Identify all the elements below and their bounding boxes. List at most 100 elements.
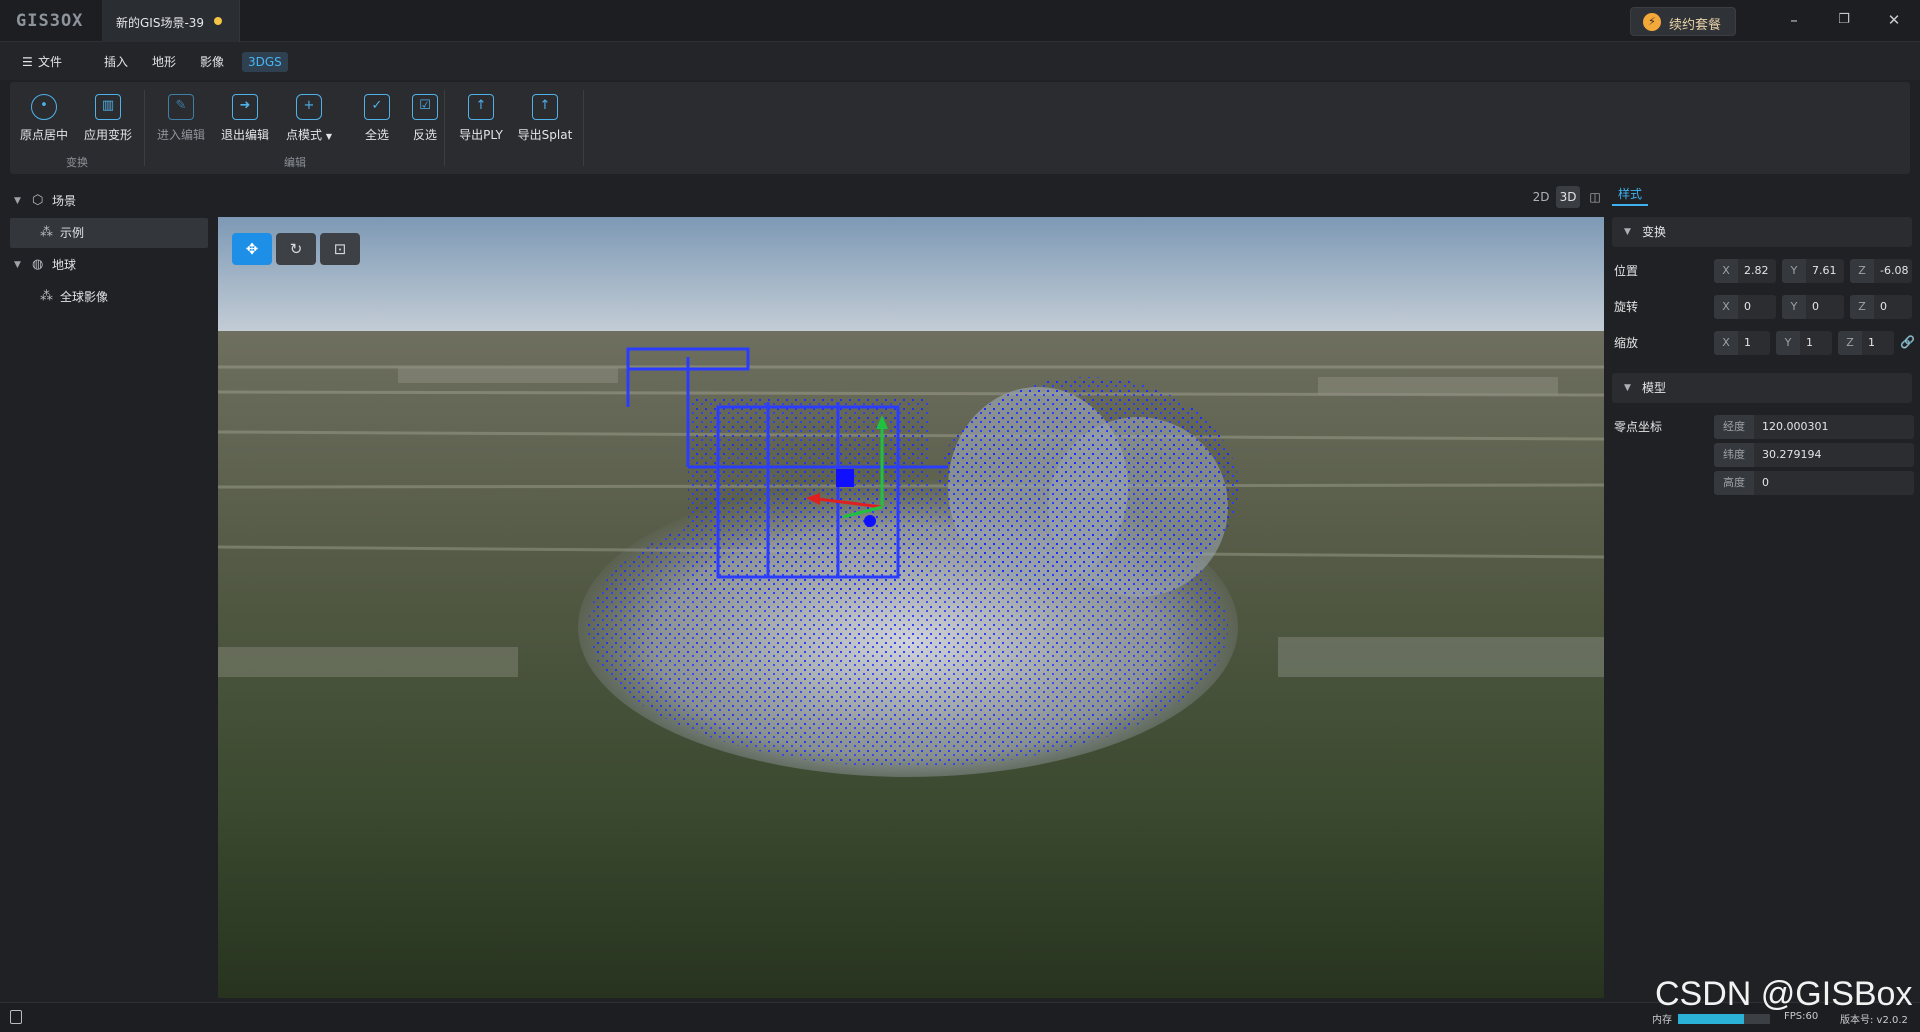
- menu-imagery[interactable]: 影像: [194, 52, 230, 72]
- scene-tree: ▼ ⬡ 场景 ⁂ 示例 ▼ ◍ 地球 ⁂ 全球影像: [0, 186, 212, 998]
- exit-edit-button[interactable]: ➜ 退出编辑: [215, 92, 275, 148]
- scale-y-input[interactable]: Y1: [1776, 331, 1832, 355]
- globe-icon: ◍: [32, 257, 44, 272]
- scale-z-input[interactable]: Z1: [1838, 331, 1894, 355]
- rotation-y-input[interactable]: Y0: [1782, 295, 1844, 319]
- properties-panel: ▼ 变换 位置 X 2.82 Y 7.61 Z -6.08 旋转 X0 Y0 Z0 缩…: [1610, 215, 1915, 1000]
- section-model-label: 模型: [1642, 381, 1667, 395]
- move-tool-icon[interactable]: ✥: [232, 233, 272, 265]
- tree-node-earth[interactable]: ▼ ◍ 地球: [10, 250, 208, 280]
- renew-plan-button[interactable]: ⚡ 续约套餐: [1630, 7, 1736, 36]
- view-3d-toggle[interactable]: 3D: [1556, 186, 1580, 208]
- section-model[interactable]: ▼ 模型: [1612, 373, 1912, 403]
- ribbon-separator: [144, 90, 145, 166]
- minimize-button[interactable]: –: [1776, 8, 1812, 32]
- latitude-input[interactable]: 纬度 30.279194: [1714, 443, 1914, 467]
- status-bar: 内存 FPS:60 版本号: v2.0.2: [0, 1002, 1920, 1032]
- rotation-label: 旋转: [1614, 300, 1639, 314]
- point-cloud-icon: ⁂: [40, 225, 53, 240]
- export-splat-label: 导出Splat: [517, 128, 573, 142]
- export-splat-button[interactable]: ↑ 导出Splat: [515, 92, 575, 148]
- point-mode-dropdown[interactable]: + 点模式 ▼: [279, 92, 339, 148]
- restore-button[interactable]: ❐: [1826, 8, 1862, 32]
- longitude-input[interactable]: 经度 120.000301: [1714, 415, 1914, 439]
- position-label: 位置: [1614, 264, 1639, 278]
- position-y-input[interactable]: Y 7.61: [1782, 259, 1844, 283]
- caret-down-icon: ▼: [14, 196, 21, 206]
- center-origin-button[interactable]: • 原点居中: [14, 92, 74, 148]
- close-button[interactable]: ✕: [1876, 8, 1912, 32]
- split-view-icon[interactable]: ◫: [1584, 186, 1606, 208]
- menu-insert[interactable]: 插入: [98, 52, 134, 72]
- ribbon-separator: [583, 90, 584, 166]
- hamburger-icon: ☰: [22, 55, 33, 69]
- unsaved-indicator: [214, 17, 222, 25]
- renew-plan-label: 续约套餐: [1669, 18, 1722, 33]
- export-icon: ↑: [468, 94, 494, 120]
- section-transform-label: 变换: [1642, 225, 1667, 239]
- rotation-z-input[interactable]: Z0: [1850, 295, 1912, 319]
- memory-usage-fill: [1678, 1014, 1745, 1024]
- scale-tool-icon[interactable]: ⊡: [320, 233, 360, 265]
- group-label-edit: 编辑: [284, 156, 306, 169]
- menu-bar: ☰ 文件 插入 地形 影像 3DGS: [0, 42, 1920, 80]
- cube-icon: ⬡: [32, 193, 44, 208]
- apply-transform-label: 应用变形: [83, 128, 132, 142]
- tab-style[interactable]: 样式: [1612, 184, 1649, 206]
- hex-plus-icon: +: [296, 94, 322, 120]
- link-icon[interactable]: 🔗: [1900, 335, 1915, 349]
- edit-icon: ✎: [168, 94, 194, 120]
- menu-3dgs[interactable]: 3DGS: [242, 52, 288, 72]
- point-mode-label: 点模式 ▼: [286, 128, 332, 142]
- exit-icon: ➜: [232, 94, 258, 120]
- scale-x-input[interactable]: X1: [1714, 331, 1770, 355]
- rotation-x-input[interactable]: X0: [1714, 295, 1776, 319]
- document-tab-label: 新的GIS场景-39: [116, 16, 205, 30]
- invert-select-icon: ☑: [412, 94, 438, 120]
- origin-coordinate-label: 零点坐标: [1614, 420, 1663, 434]
- menu-terrain[interactable]: 地形: [146, 52, 182, 72]
- tree-node-example-label: 示例: [60, 226, 85, 240]
- watermark-text: CSDN @GISBox: [1655, 975, 1913, 1013]
- title-bar: GIS3OX 新的GIS场景-39 ⚡ 续约套餐 – ❐ ✕: [0, 0, 1920, 42]
- chevron-down-icon: ▼: [325, 132, 332, 141]
- tree-node-example[interactable]: ⁂ 示例: [10, 218, 208, 248]
- target-icon: •: [31, 94, 57, 120]
- position-z-input[interactable]: Z -6.08: [1850, 259, 1912, 283]
- scale-label: 缩放: [1614, 336, 1639, 350]
- tree-node-global-imagery[interactable]: ⁂ 全球影像: [10, 282, 208, 312]
- 3d-viewport[interactable]: ✥ ↻ ⊡: [218, 217, 1604, 998]
- enter-edit-button[interactable]: ✎ 进入编辑: [151, 92, 211, 148]
- menu-file-label: 文件: [38, 55, 63, 69]
- tree-node-earth-label: 地球: [52, 258, 77, 272]
- enter-edit-label: 进入编辑: [156, 128, 205, 142]
- select-all-icon: ✓: [364, 94, 390, 120]
- log-icon[interactable]: [10, 1010, 22, 1024]
- export-ply-label: 导出PLY: [459, 128, 503, 142]
- invert-select-button[interactable]: ☑ 反选: [395, 92, 455, 148]
- view-2d-toggle[interactable]: 2D: [1530, 186, 1552, 208]
- caret-down-icon: ▼: [14, 260, 21, 270]
- app-logo: GIS3OX: [16, 11, 84, 31]
- rotate-tool-icon[interactable]: ↻: [276, 233, 316, 265]
- scene-render: [218, 217, 1604, 998]
- center-origin-label: 原点居中: [19, 128, 68, 142]
- height-input[interactable]: 高度 0: [1714, 471, 1914, 495]
- tree-node-scene-label: 场景: [52, 194, 77, 208]
- export-ply-button[interactable]: ↑ 导出PLY: [451, 92, 511, 148]
- caret-down-icon: ▼: [1624, 227, 1631, 237]
- caret-down-icon: ▼: [1624, 383, 1631, 393]
- exit-edit-label: 退出编辑: [220, 128, 269, 142]
- export-icon: ↑: [532, 94, 558, 120]
- group-label-transform: 变换: [66, 156, 88, 169]
- map-fold-icon: ▥: [95, 94, 121, 120]
- menu-file[interactable]: ☰ 文件: [16, 52, 68, 72]
- section-transform[interactable]: ▼ 变换: [1612, 217, 1912, 247]
- tree-node-scene[interactable]: ▼ ⬡ 场景: [10, 186, 208, 216]
- position-x-input[interactable]: X 2.82: [1714, 259, 1776, 283]
- ribbon-separator: [444, 90, 445, 166]
- apply-transform-button[interactable]: ▥ 应用变形: [78, 92, 138, 148]
- ribbon-toolbar: • 原点居中 ▥ 应用变形 变换 ✎ 进入编辑 ➜ 退出编辑 + 点模式 ▼ ✓…: [10, 82, 1910, 174]
- memory-usage-bar: [1678, 1014, 1770, 1024]
- imagery-layer-icon: ⁂: [40, 289, 53, 304]
